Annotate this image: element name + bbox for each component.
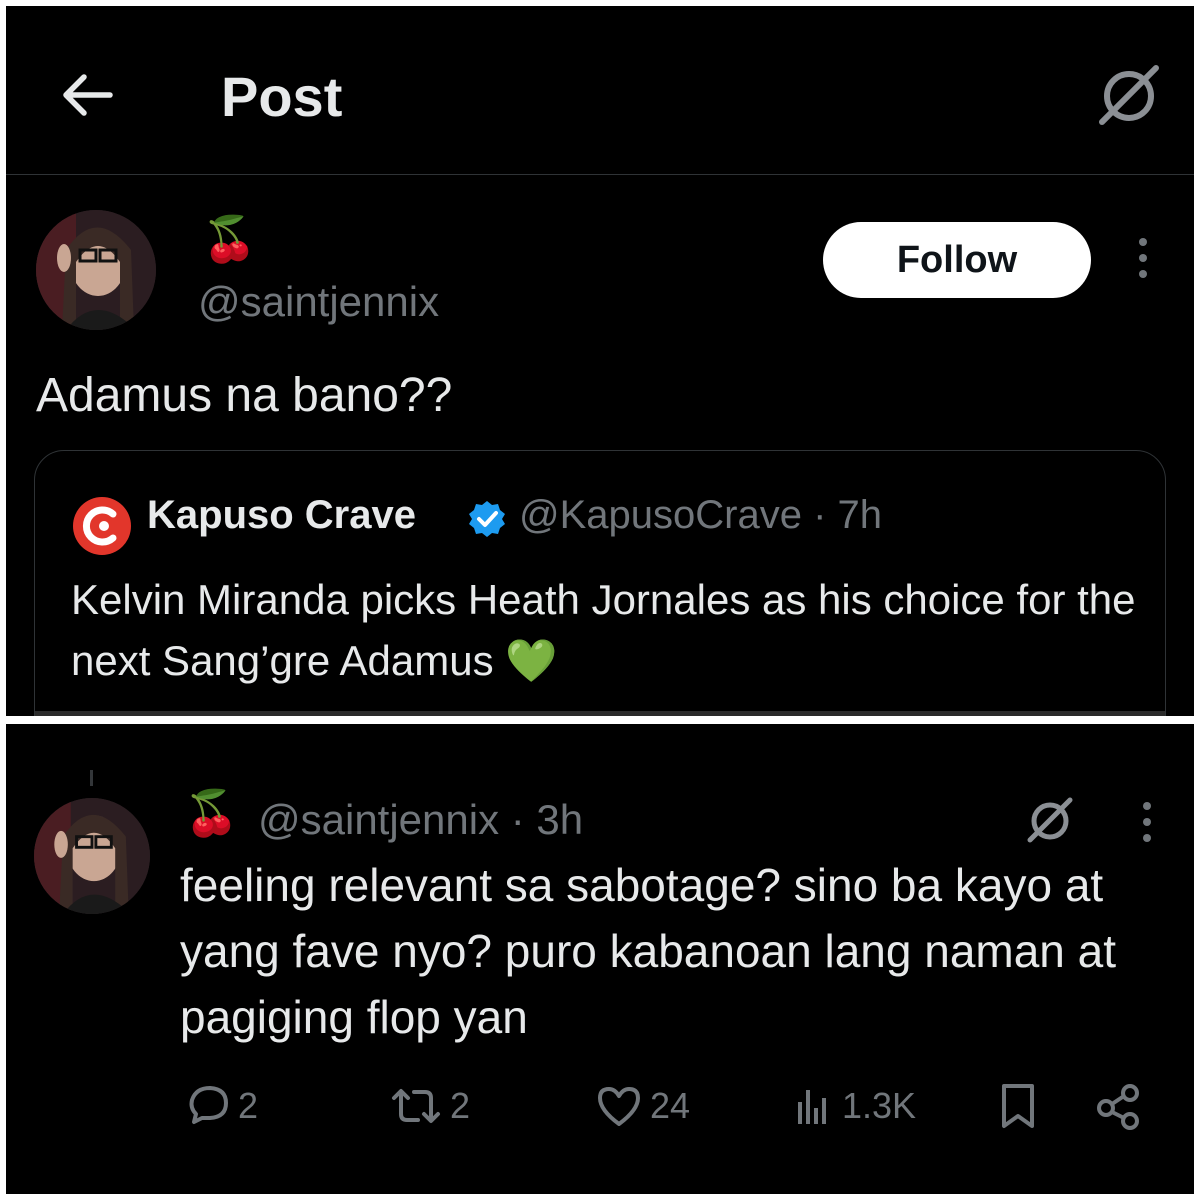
like-count: 24: [650, 1085, 691, 1126]
author-handle[interactable]: @saintjennix: [198, 278, 439, 326]
reply-avatar[interactable]: [34, 798, 150, 914]
reply-count: 2: [238, 1085, 259, 1126]
reply-button[interactable]: 2: [184, 1076, 258, 1136]
action-bar: 2 2 24 1.3K: [6, 1076, 1194, 1136]
heart-icon: [598, 1087, 640, 1126]
post-screenshot-top: Post 🍒 @saintjennix Follow Adamus na ban…: [6, 6, 1194, 716]
quoted-media-preview[interactable]: [35, 711, 1165, 716]
share-button[interactable]: [1094, 1076, 1144, 1136]
back-button[interactable]: [56, 64, 118, 126]
profile-photo: [36, 210, 156, 330]
reply-handle-time[interactable]: @saintjennix · 3h: [258, 796, 583, 844]
avatar[interactable]: [36, 210, 156, 330]
views-icon: [798, 1090, 826, 1124]
share-icon: [1097, 1084, 1139, 1130]
thread-connector-line: [90, 770, 93, 786]
reply-grok-button[interactable]: [1024, 794, 1076, 846]
comment-icon: [189, 1086, 228, 1124]
more-options-icon[interactable]: [1136, 238, 1150, 278]
quoted-handle-time: @KapusoCrave · 7h: [519, 493, 883, 537]
kapuso-crave-logo-icon: [73, 497, 131, 555]
view-count: 1.3K: [842, 1085, 917, 1126]
quoted-post[interactable]: Kapuso Crave @KapusoCrave · 7h Kelvin Mi…: [34, 450, 1166, 716]
header-divider: [6, 174, 1194, 175]
views-button[interactable]: 1.3K: [792, 1076, 916, 1136]
reply-screenshot-bottom: 🍒 @saintjennix · 3h feeling relevant sa …: [6, 724, 1194, 1194]
quoted-text: Kelvin Miranda picks Heath Jornales as h…: [71, 576, 1136, 684]
post-text: Adamus na bano??: [36, 369, 453, 422]
grok-icon: [1027, 797, 1073, 843]
arrow-left-icon: [63, 74, 113, 116]
follow-button[interactable]: Follow: [823, 222, 1091, 298]
author-name[interactable]: 🍒: [202, 218, 257, 262]
grok-icon: [1099, 65, 1159, 125]
page-title: Post: [221, 65, 343, 128]
reply-author-name[interactable]: 🍒: [184, 792, 239, 836]
repost-icon: [392, 1089, 440, 1123]
repost-button[interactable]: 2: [388, 1076, 470, 1136]
reply-text: feeling relevant sa sabotage? sino ba ka…: [180, 859, 1117, 1043]
reply-more-options-icon[interactable]: [1140, 802, 1154, 842]
like-button[interactable]: 24: [594, 1076, 690, 1136]
quoted-author-name: Kapuso Crave: [147, 493, 416, 537]
profile-photo: [34, 798, 150, 914]
verified-badge-icon: [467, 499, 507, 539]
grok-button[interactable]: [1094, 60, 1164, 130]
repost-count: 2: [450, 1085, 471, 1126]
bookmark-icon: [1002, 1084, 1034, 1128]
bookmark-button[interactable]: [996, 1076, 1040, 1136]
